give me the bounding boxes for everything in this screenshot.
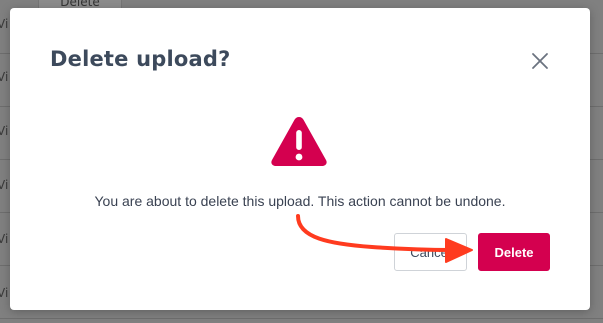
close-button[interactable] xyxy=(528,49,552,73)
background-view-link[interactable]: Vi xyxy=(0,124,8,138)
cancel-button[interactable]: Cancel xyxy=(394,233,467,271)
delete-upload-dialog: Delete upload? You are about to delete t… xyxy=(10,8,590,310)
dialog-title: Delete upload? xyxy=(50,47,231,71)
warning-triangle-icon xyxy=(271,117,327,166)
background-view-link[interactable]: Vi xyxy=(0,232,8,246)
close-icon xyxy=(532,53,548,69)
dialog-message: You are about to delete this upload. Thi… xyxy=(94,193,506,209)
background-view-link[interactable]: Vi xyxy=(0,17,8,31)
background-view-link[interactable]: Vi xyxy=(0,70,8,84)
background-view-link[interactable]: Vi xyxy=(0,178,8,192)
background-view-link[interactable]: Vi xyxy=(0,286,8,300)
delete-button[interactable]: Delete xyxy=(478,233,550,271)
